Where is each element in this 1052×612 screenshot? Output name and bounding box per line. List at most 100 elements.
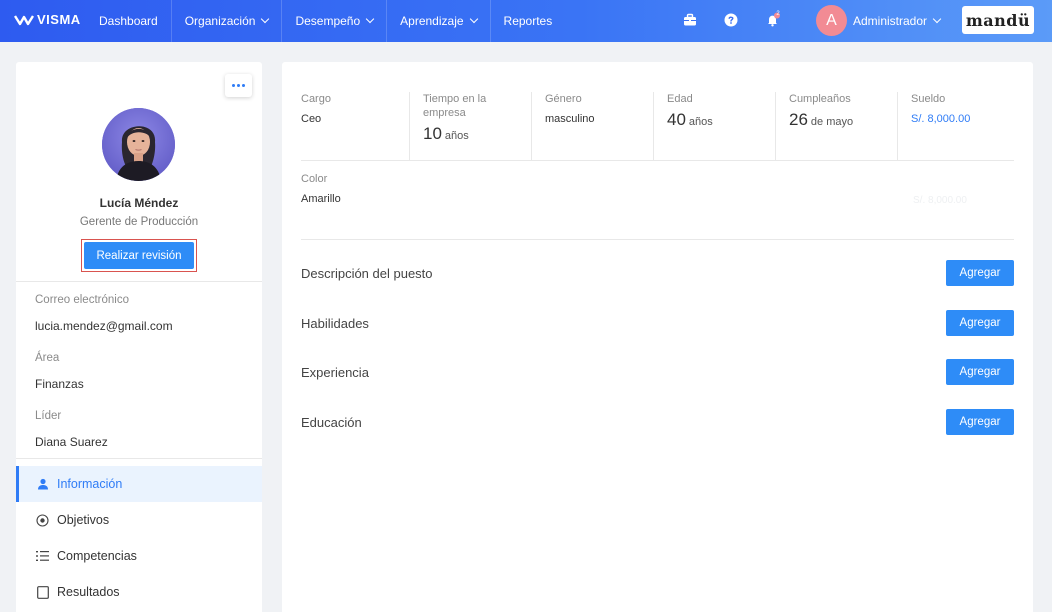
bell-icon[interactable]: 2 — [765, 11, 781, 28]
add-habilidades-button[interactable]: Agregar — [946, 310, 1014, 336]
edad-value-wrap: 40 años — [667, 110, 775, 130]
mandu-logo: mandü — [962, 6, 1034, 34]
row-divider — [301, 160, 1014, 161]
nav-desempeno-label: Desempeño — [295, 14, 361, 28]
field-color: Color Amarillo — [301, 172, 423, 205]
nav-aprendizaje-label: Aprendizaje — [400, 14, 464, 28]
nav-aprendizaje[interactable]: Aprendizaje — [387, 0, 491, 42]
tiempo-value: 10 — [423, 124, 442, 143]
cumple-value: 26 — [789, 110, 808, 129]
nav-dashboard[interactable]: Dashboard — [86, 0, 172, 42]
nav-desempeno[interactable]: Desempeño — [282, 0, 388, 42]
section-educacion: Educación Agregar — [301, 409, 1014, 435]
field-cargo: Cargo Ceo — [301, 92, 409, 160]
realizar-revision-button[interactable]: Realizar revisión — [84, 242, 194, 269]
cumple-value-wrap: 26 de mayo — [789, 110, 897, 130]
dot-icon — [242, 84, 245, 87]
sueldo-label: Sueldo — [911, 93, 946, 105]
profile-menu: Información Objetivos Competencias Resul… — [16, 466, 262, 610]
profile-photo — [102, 108, 175, 181]
area-label: Área — [35, 352, 60, 364]
user-avatar[interactable]: A — [816, 5, 847, 36]
add-descripcion-button[interactable]: Agregar — [946, 260, 1014, 286]
genero-value: masculino — [545, 113, 595, 125]
edad-unit: años — [688, 116, 713, 128]
cargo-value: Ceo — [301, 113, 322, 125]
square-icon — [36, 585, 49, 599]
divider — [16, 458, 262, 459]
edad-value: 40 — [667, 110, 686, 129]
tiempo-label: Tiempo en la empresa — [423, 93, 487, 119]
menu-item-label: Objetivos — [57, 513, 110, 527]
area-value: Finanzas — [35, 377, 84, 391]
nav-reportes-label: Reportes — [503, 14, 553, 28]
main-nav: Dashboard Organización Desempeño Aprendi… — [86, 0, 565, 42]
nav-reportes[interactable]: Reportes — [491, 0, 566, 42]
field-sueldo: Sueldo S/. 8,000.00 — [897, 92, 1012, 160]
dot-icon — [232, 84, 235, 87]
notification-count: 2 — [776, 11, 780, 17]
section-habilidades: Habilidades Agregar — [301, 310, 1014, 336]
nav-organizacion[interactable]: Organización — [172, 0, 283, 42]
email-label: Correo electrónico — [35, 294, 129, 306]
menu-item-informacion[interactable]: Información — [16, 466, 262, 502]
user-menu-label: Administrador — [853, 14, 928, 28]
email-value: lucia.mendez@gmail.com — [35, 319, 173, 333]
tiempo-unit: años — [444, 130, 469, 142]
chevron-down-icon — [932, 14, 942, 24]
profile-card: Lucía Méndez Gerente de Producción Reali… — [16, 62, 262, 612]
visma-logo-icon — [14, 14, 34, 25]
user-menu[interactable]: Administrador — [853, 14, 942, 28]
add-educacion-button[interactable]: Agregar — [946, 409, 1014, 435]
menu-item-objetivos[interactable]: Objetivos — [16, 502, 262, 538]
top-navbar: VISMA Dashboard Organización Desempeño A… — [0, 0, 1052, 42]
nav-organizacion-label: Organización — [184, 14, 256, 28]
sueldo-value[interactable]: S/. 8,000.00 — [911, 113, 1012, 125]
menu-item-label: Competencias — [57, 549, 137, 563]
details-row-2: Color Amarillo — [301, 172, 1014, 205]
review-button-highlight: Realizar revisión — [81, 239, 197, 272]
cargo-label: Cargo — [301, 93, 331, 105]
cumple-unit: de mayo — [810, 116, 854, 128]
menu-item-label: Información — [57, 477, 123, 491]
logo-text: VISMA — [37, 12, 81, 27]
user-icon — [36, 478, 49, 491]
menu-item-competencias[interactable]: Competencias — [16, 538, 262, 574]
nav-dashboard-label: Dashboard — [99, 14, 158, 28]
field-edad: Edad 40 años — [653, 92, 775, 160]
color-value: Amarillo — [301, 193, 341, 205]
leader-label: Líder — [35, 410, 62, 422]
more-options-button[interactable] — [225, 74, 252, 97]
dot-icon — [237, 84, 240, 87]
chevron-down-icon — [365, 14, 375, 24]
genero-label: Género — [545, 93, 582, 105]
ghost-sueldo: S/. 8,000.00 — [913, 195, 967, 206]
section-descripcion: Descripción del puesto Agregar — [301, 260, 1014, 286]
field-genero: Género masculino — [531, 92, 653, 160]
profile-name: Lucía Méndez — [99, 196, 179, 210]
section-title: Descripción del puesto — [301, 265, 433, 281]
details-card: Cargo Ceo Tiempo en la empresa 10 años Gé… — [282, 62, 1033, 612]
menu-item-label: Resultados — [57, 585, 120, 599]
menu-item-resultados[interactable]: Resultados — [16, 574, 262, 610]
divider — [16, 281, 262, 282]
leader-value: Diana Suarez — [35, 435, 108, 449]
row-divider — [301, 239, 1014, 240]
list-icon — [36, 550, 49, 563]
help-icon[interactable] — [723, 12, 739, 28]
tiempo-value-wrap: 10 años — [423, 124, 531, 144]
target-icon — [36, 513, 49, 527]
edad-label: Edad — [667, 93, 693, 105]
section-title: Educación — [301, 414, 362, 430]
color-label: Color — [301, 173, 328, 185]
section-title: Habilidades — [301, 315, 369, 331]
details-row: Cargo Ceo Tiempo en la empresa 10 años Gé… — [301, 92, 1014, 160]
cumple-label: Cumpleaños — [789, 93, 851, 105]
avatar-letter: A — [826, 11, 837, 29]
field-tiempo: Tiempo en la empresa 10 años — [409, 92, 531, 160]
visma-logo[interactable]: VISMA — [14, 12, 81, 27]
briefcase-icon[interactable] — [682, 12, 698, 28]
add-experiencia-button[interactable]: Agregar — [946, 359, 1014, 385]
profile-role: Gerente de Producción — [79, 216, 199, 228]
chevron-down-icon — [261, 14, 270, 24]
